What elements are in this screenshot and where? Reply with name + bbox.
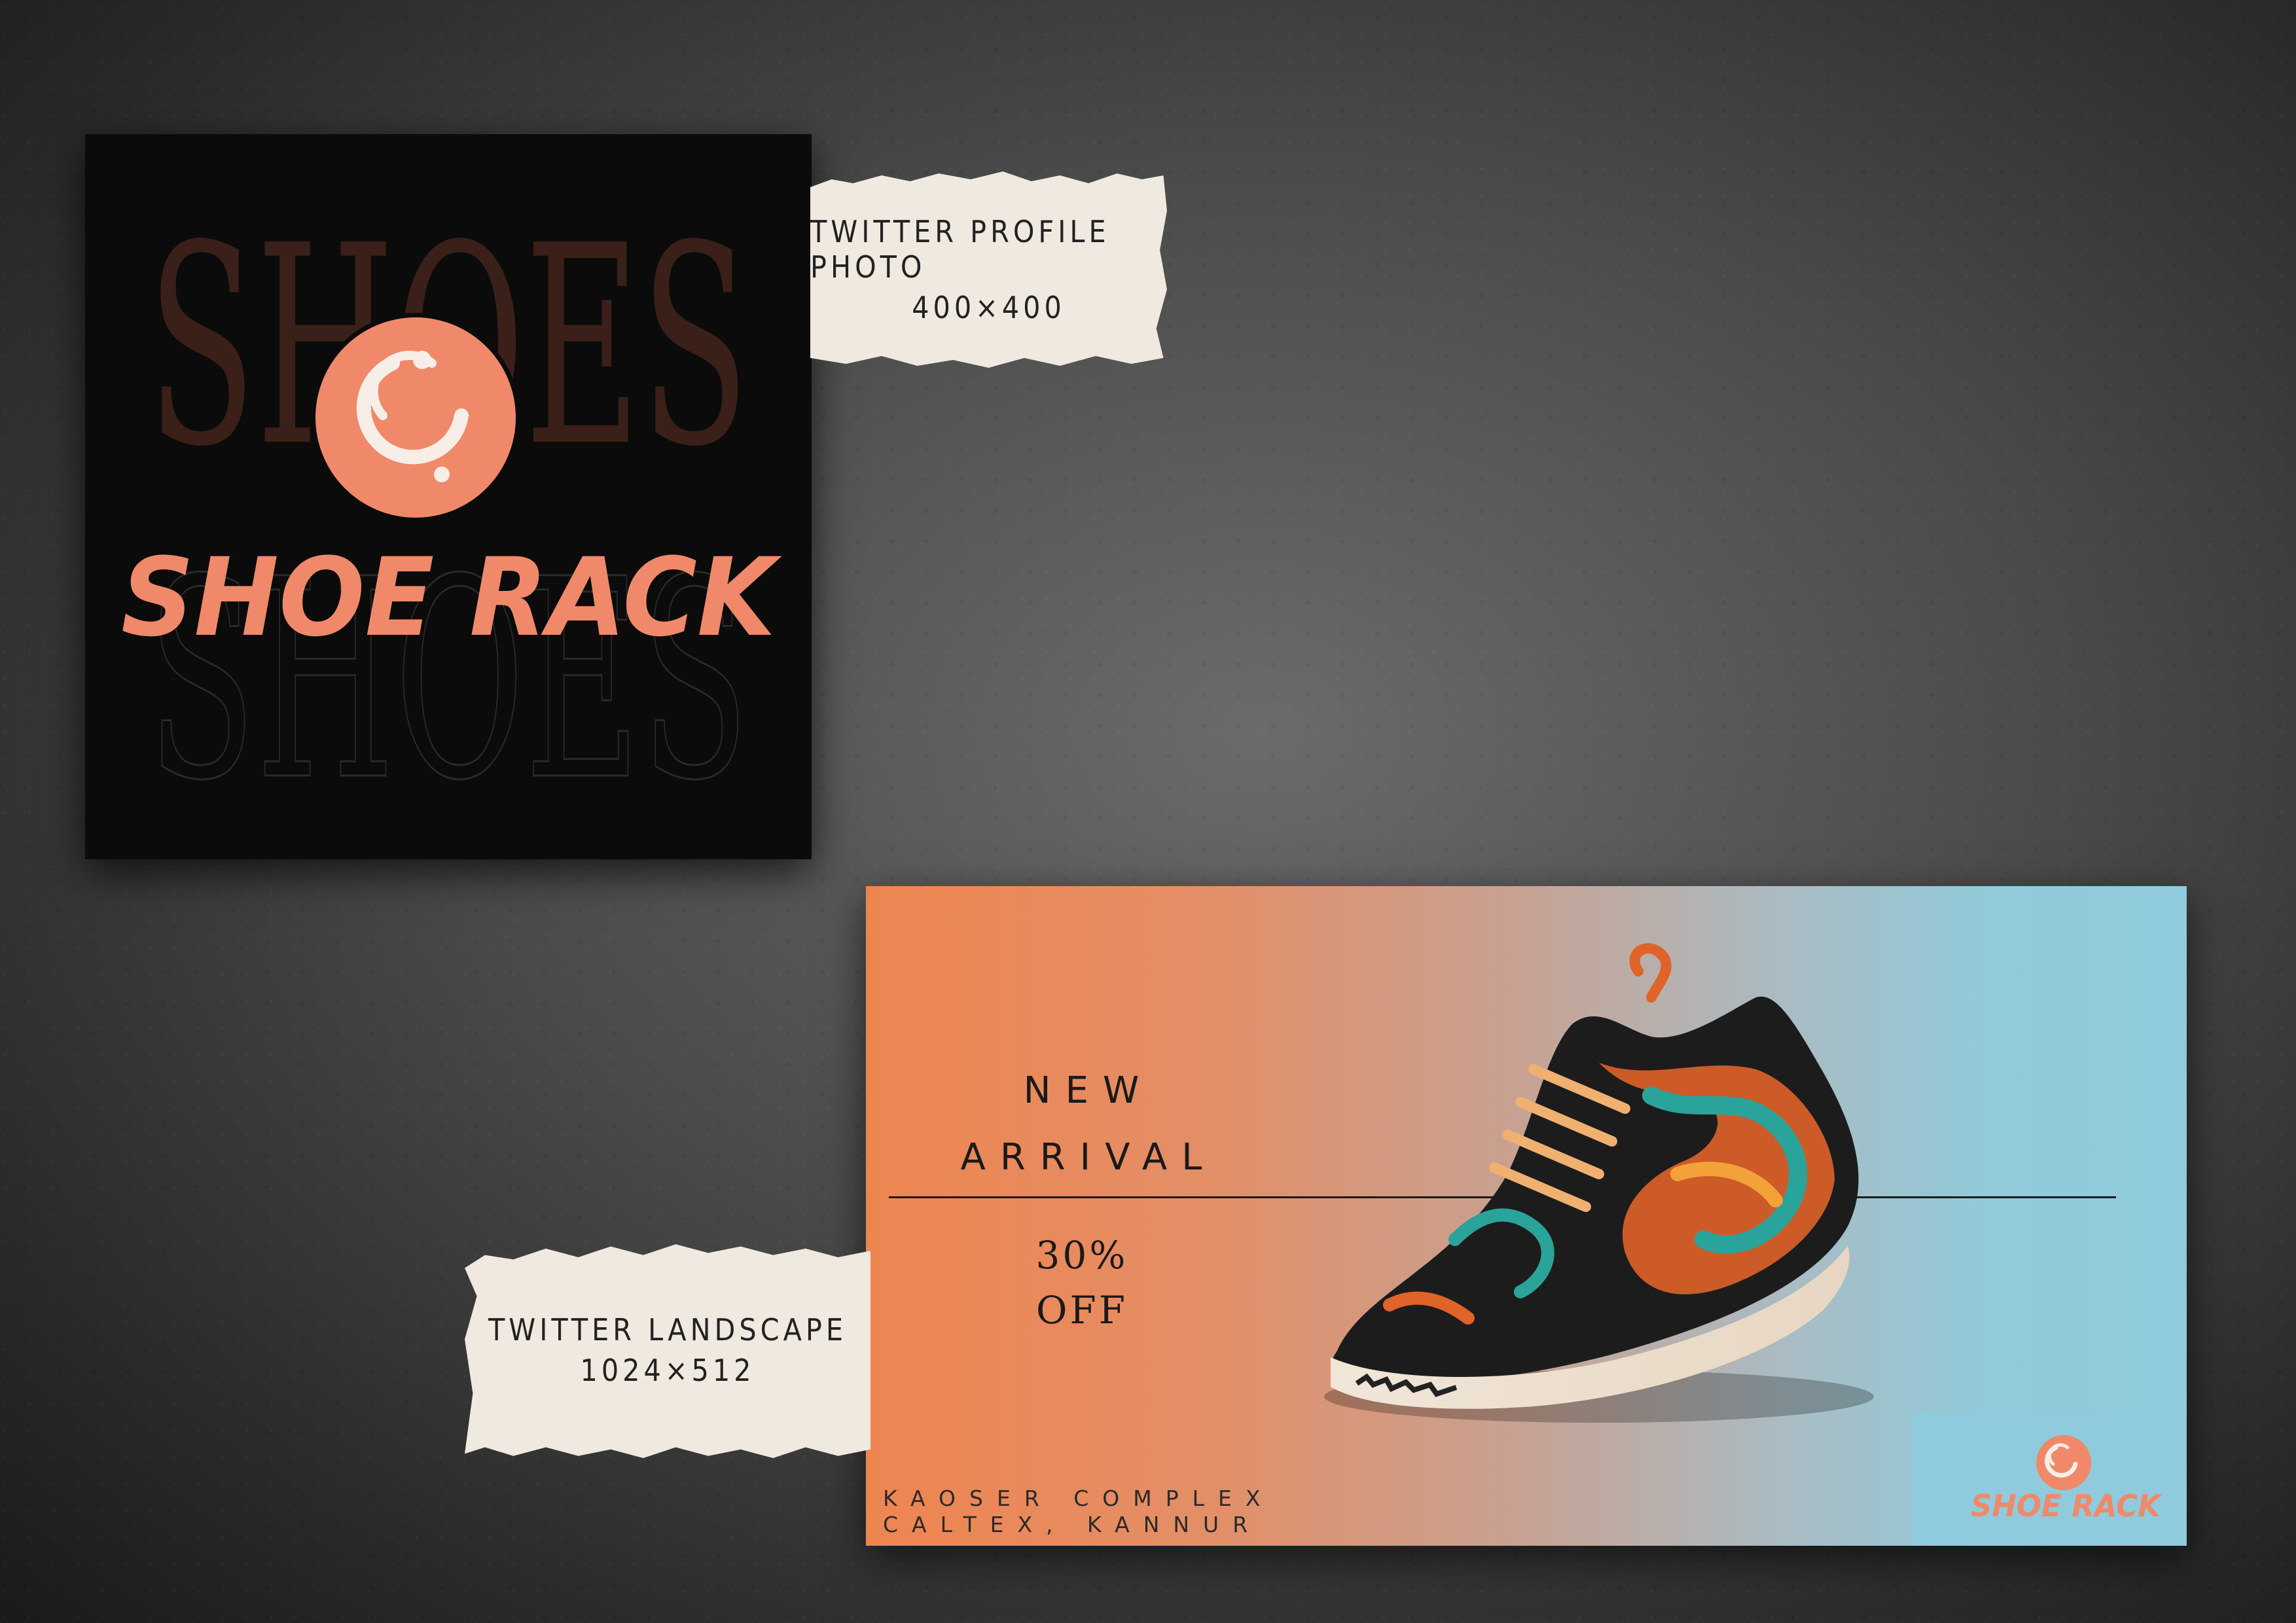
brand-name: SHOE RACK	[121, 535, 782, 660]
headline-arrival: ARRIVAL	[960, 1136, 1217, 1179]
sneaker-image	[1324, 943, 1874, 1423]
landscape-size-label: TWITTER LANDSCAPE 1024×512	[465, 1244, 870, 1458]
discount-percent: 30%	[1035, 1233, 1128, 1277]
landscape-label-title: TWITTER LANDSCAPE	[488, 1312, 847, 1347]
profile-label-title: TWITTER PROFILE PHOTO	[810, 214, 1110, 285]
banner-logo-box: SHOE RACK	[1912, 1412, 2187, 1546]
address-line-1: KAOSER COMPLEX	[883, 1486, 1274, 1511]
landscape-banner: NEW ARRIVAL 30% OFF KAOSER COMPLEX CALTE…	[866, 886, 2187, 1546]
headline-new: NEW	[1023, 1069, 1154, 1112]
banner-logo: SHOE RACK	[1971, 1435, 2162, 1524]
profile-artwork: SHOES SHOES SHOE RACK	[121, 187, 782, 842]
profile-label-size: 400×400	[912, 290, 1066, 325]
banner-logo-icon	[2036, 1435, 2091, 1490]
profile-photo-card: SHOES SHOES SHOE RACK	[85, 134, 812, 859]
profile-size-label: TWITTER PROFILE PHOTO 400×400	[810, 171, 1167, 368]
landscape-label-size: 1024×512	[580, 1353, 755, 1388]
address-line-2: CALTEX, KANNUR	[883, 1512, 1262, 1537]
brand-logo-icon	[311, 313, 520, 522]
discount-off: OFF	[1035, 1288, 1128, 1332]
banner-brand-name: SHOE RACK	[1971, 1488, 2162, 1524]
